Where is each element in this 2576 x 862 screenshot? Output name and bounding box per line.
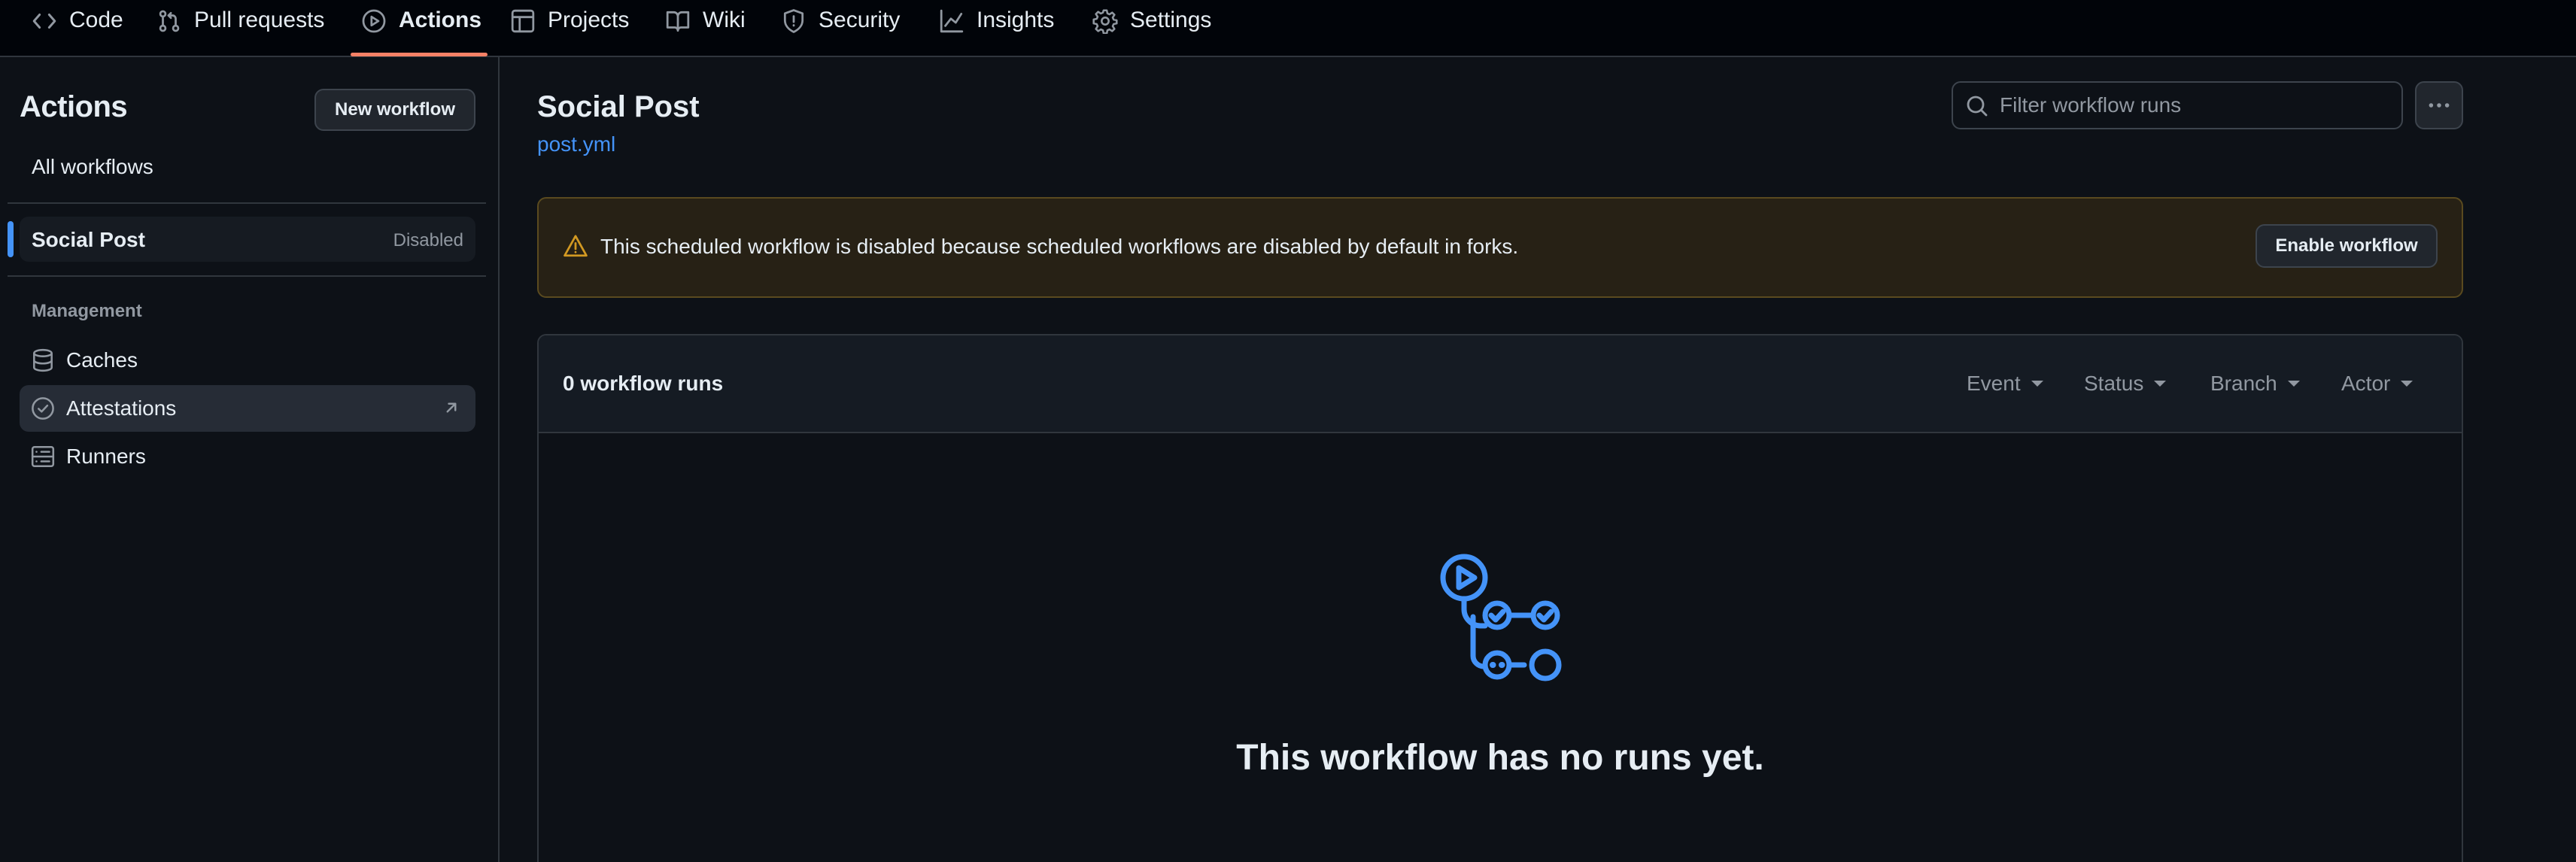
selected-tab-indicator bbox=[351, 53, 488, 56]
sidebar-title: Actions bbox=[20, 90, 128, 123]
workflow-file-link[interactable]: post.yml bbox=[537, 132, 615, 156]
tab-label: Code bbox=[69, 8, 123, 32]
actions-sidebar: Actions New workflow All workflows Socia… bbox=[0, 57, 500, 862]
tab-label: Actions bbox=[399, 8, 482, 32]
shield-icon bbox=[781, 8, 807, 34]
branch-filter-dropdown[interactable]: Branch bbox=[2210, 372, 2300, 396]
tab-label: Projects bbox=[548, 8, 630, 32]
tab-projects[interactable]: Projects bbox=[510, 0, 629, 56]
table-icon bbox=[510, 8, 536, 34]
tab-label: Security bbox=[819, 8, 901, 32]
caret-down-icon bbox=[2401, 381, 2413, 387]
management-heading: Management bbox=[32, 301, 142, 321]
filter-input[interactable] bbox=[2000, 90, 2391, 120]
graph-icon bbox=[939, 8, 964, 34]
sidebar-item-label: Attestations bbox=[66, 396, 177, 420]
tab-code[interactable]: Code bbox=[32, 0, 123, 56]
workflow-name: Social Post bbox=[32, 228, 145, 251]
caret-down-icon bbox=[2154, 381, 2167, 387]
filter-label: Actor bbox=[2341, 372, 2391, 395]
tab-wiki[interactable]: Wiki bbox=[665, 0, 746, 56]
status-filter-dropdown[interactable]: Status bbox=[2084, 372, 2167, 396]
tab-pull-requests[interactable]: Pull requests bbox=[156, 0, 324, 56]
verified-icon bbox=[30, 396, 56, 421]
selected-indicator bbox=[8, 221, 14, 257]
gear-icon bbox=[1092, 8, 1118, 34]
search-icon bbox=[1967, 96, 1988, 117]
workflow-graph-icon bbox=[1440, 554, 1562, 681]
repo-nav: Code Pull requests Actions Projects Wiki… bbox=[0, 0, 2576, 57]
server-icon bbox=[30, 444, 56, 469]
workflow-runs-panel: 0 workflow runs Event Status Branch Acto… bbox=[537, 334, 2463, 862]
code-icon bbox=[32, 8, 57, 34]
banner-message: This scheduled workflow is disabled beca… bbox=[600, 235, 1519, 258]
git-pull-request-icon bbox=[156, 8, 182, 34]
tab-security[interactable]: Security bbox=[781, 0, 900, 56]
new-workflow-button[interactable]: New workflow bbox=[314, 89, 475, 131]
runs-count: 0 workflow runs bbox=[563, 372, 724, 395]
sidebar-item-caches[interactable]: Caches bbox=[20, 337, 475, 384]
filter-label: Event bbox=[1967, 372, 2021, 395]
sidebar-divider bbox=[8, 275, 486, 277]
caret-down-icon bbox=[2287, 381, 2300, 387]
filter-label: Branch bbox=[2210, 372, 2277, 395]
filter-workflow-runs[interactable] bbox=[1952, 81, 2403, 129]
external-link-icon bbox=[446, 402, 457, 413]
runs-header: 0 workflow runs Event Status Branch Acto… bbox=[539, 335, 2462, 433]
sidebar-item-attestations[interactable]: Attestations bbox=[20, 385, 475, 432]
tab-actions[interactable]: Actions bbox=[361, 0, 481, 56]
workflow-title: Social Post bbox=[537, 90, 700, 123]
book-icon bbox=[665, 8, 691, 34]
sidebar-divider bbox=[8, 202, 486, 204]
event-filter-dropdown[interactable]: Event bbox=[1967, 372, 2043, 396]
sidebar-item-social-post[interactable]: Social Post Disabled bbox=[20, 217, 475, 262]
filter-label: Status bbox=[2084, 372, 2144, 395]
enable-workflow-button[interactable]: Enable workflow bbox=[2256, 224, 2438, 268]
kebab-horizontal-icon bbox=[2429, 103, 2450, 108]
database-icon bbox=[30, 348, 56, 373]
more-options-button[interactable] bbox=[2415, 81, 2463, 129]
workflow-status-badge: Disabled bbox=[393, 230, 463, 250]
tab-label: Settings bbox=[1130, 8, 1212, 32]
sidebar-item-label: Runners bbox=[66, 445, 146, 468]
caret-down-icon bbox=[2031, 381, 2043, 387]
play-icon bbox=[361, 8, 387, 34]
disabled-workflow-banner: This scheduled workflow is disabled beca… bbox=[537, 197, 2463, 298]
tab-insights[interactable]: Insights bbox=[939, 0, 1054, 56]
empty-state-message: This workflow has no runs yet. bbox=[1236, 738, 1764, 778]
sidebar-item-runners[interactable]: Runners bbox=[20, 433, 475, 480]
actor-filter-dropdown[interactable]: Actor bbox=[2341, 372, 2413, 396]
tab-label: Pull requests bbox=[194, 8, 325, 32]
tab-settings[interactable]: Settings bbox=[1092, 0, 1211, 56]
alert-icon bbox=[564, 235, 588, 257]
tab-label: Insights bbox=[977, 8, 1055, 32]
tab-label: Wiki bbox=[703, 8, 746, 32]
all-workflows-link[interactable]: All workflows bbox=[32, 155, 153, 179]
sidebar-item-label: Caches bbox=[66, 348, 138, 372]
